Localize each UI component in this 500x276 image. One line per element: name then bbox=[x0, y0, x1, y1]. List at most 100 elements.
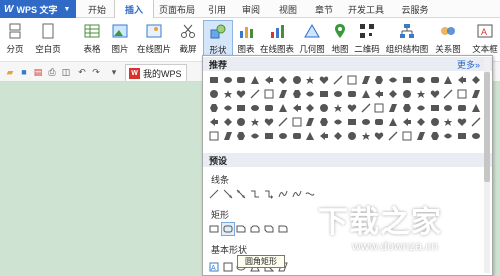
recommended-shape-icon[interactable] bbox=[469, 129, 483, 143]
recommended-shape-icon[interactable] bbox=[317, 101, 331, 115]
online-chart-button[interactable]: 在线图表 bbox=[259, 20, 295, 60]
online-picture-button[interactable]: 在线图片 bbox=[137, 20, 171, 60]
qrcode-button[interactable]: 二维码 bbox=[354, 20, 380, 60]
more-link[interactable]: 更多» bbox=[457, 58, 480, 71]
recommended-shape-icon[interactable] bbox=[221, 87, 235, 101]
recommended-shape-icon[interactable] bbox=[469, 73, 483, 87]
line-shape-icon[interactable] bbox=[207, 187, 221, 201]
tab-section[interactable]: 章节 bbox=[308, 0, 340, 18]
recommended-shape-icon[interactable] bbox=[428, 87, 442, 101]
recommended-shape-icon[interactable] bbox=[235, 101, 249, 115]
recommended-shape-icon[interactable] bbox=[248, 129, 262, 143]
recommended-shape-icon[interactable] bbox=[386, 115, 400, 129]
recommended-shape-icon[interactable] bbox=[373, 129, 387, 143]
picture-button[interactable]: 图片 bbox=[108, 20, 132, 60]
recommended-shape-icon[interactable] bbox=[221, 101, 235, 115]
recommended-shape-icon[interactable] bbox=[414, 129, 428, 143]
page-break-button[interactable]: 分页 bbox=[4, 20, 26, 60]
recommended-shape-icon[interactable] bbox=[276, 73, 290, 87]
line-shape-icon[interactable] bbox=[221, 187, 235, 201]
recommended-shape-icon[interactable] bbox=[207, 129, 221, 143]
recommended-shape-icon[interactable] bbox=[442, 115, 456, 129]
tab-home[interactable]: 开始 bbox=[80, 0, 114, 18]
rectangle-shape-icon[interactable] bbox=[235, 222, 249, 236]
recommended-shape-icon[interactable] bbox=[428, 101, 442, 115]
recommended-shape-icon[interactable] bbox=[290, 73, 304, 87]
tab-developer[interactable]: 开发工具 bbox=[340, 0, 392, 18]
recommended-shape-icon[interactable] bbox=[400, 73, 414, 87]
recommended-shape-icon[interactable] bbox=[290, 87, 304, 101]
screenshot-button[interactable]: 截屏 bbox=[176, 20, 200, 60]
recommended-shape-icon[interactable] bbox=[331, 115, 345, 129]
recommended-shape-icon[interactable] bbox=[359, 101, 373, 115]
rectangle-shape-icon[interactable] bbox=[220, 222, 235, 236]
recommended-shape-icon[interactable] bbox=[276, 115, 290, 129]
recommended-shape-icon[interactable] bbox=[455, 129, 469, 143]
recommended-shape-icon[interactable] bbox=[235, 73, 249, 87]
recommended-shape-icon[interactable] bbox=[235, 87, 249, 101]
shapes-button[interactable]: 形状 bbox=[203, 20, 233, 60]
recommended-shape-icon[interactable] bbox=[386, 73, 400, 87]
panel-scrollbar-thumb[interactable] bbox=[484, 72, 490, 182]
rectangle-shape-icon[interactable] bbox=[248, 222, 262, 236]
recommended-shape-icon[interactable] bbox=[262, 129, 276, 143]
open-folder-icon[interactable]: ▰ bbox=[4, 66, 16, 78]
recommended-shape-icon[interactable] bbox=[469, 115, 483, 129]
chart-button[interactable]: 图表 bbox=[235, 20, 257, 60]
recommended-shape-icon[interactable] bbox=[207, 73, 221, 87]
recommended-shape-icon[interactable] bbox=[317, 87, 331, 101]
table-button[interactable]: 表格 bbox=[80, 20, 104, 60]
line-shape-icon[interactable] bbox=[262, 187, 276, 201]
recommended-shape-icon[interactable] bbox=[317, 129, 331, 143]
line-shape-icon[interactable] bbox=[235, 187, 249, 201]
basic-shape-icon[interactable] bbox=[221, 260, 235, 274]
recommended-shape-icon[interactable] bbox=[428, 115, 442, 129]
recommended-shape-icon[interactable] bbox=[455, 87, 469, 101]
recommended-shape-icon[interactable] bbox=[400, 87, 414, 101]
doc-tab-my-wps[interactable]: W 我的WPS bbox=[125, 64, 187, 81]
blank-page-button[interactable]: 空白页 bbox=[34, 20, 62, 60]
recommended-shape-icon[interactable] bbox=[345, 101, 359, 115]
recommended-shape-icon[interactable] bbox=[359, 129, 373, 143]
recommended-shape-icon[interactable] bbox=[386, 101, 400, 115]
org-chart-button[interactable]: 组织结构图 bbox=[384, 20, 430, 60]
recommended-shape-icon[interactable] bbox=[248, 73, 262, 87]
recommended-shape-icon[interactable] bbox=[414, 87, 428, 101]
recommended-shape-icon[interactable] bbox=[235, 129, 249, 143]
recommended-shape-icon[interactable] bbox=[373, 115, 387, 129]
undo-icon[interactable]: ↶ bbox=[76, 66, 88, 78]
recommended-shape-icon[interactable] bbox=[304, 73, 318, 87]
recommended-shape-icon[interactable] bbox=[221, 73, 235, 87]
recommended-shape-icon[interactable] bbox=[345, 87, 359, 101]
app-menu-button[interactable]: W WPS 文字 ▼ bbox=[0, 0, 76, 18]
recommended-shape-icon[interactable] bbox=[442, 129, 456, 143]
recommended-shape-icon[interactable] bbox=[442, 87, 456, 101]
recommended-shape-icon[interactable] bbox=[331, 101, 345, 115]
recommended-shape-icon[interactable] bbox=[290, 101, 304, 115]
recommended-shape-icon[interactable] bbox=[400, 101, 414, 115]
recommended-shape-icon[interactable] bbox=[304, 115, 318, 129]
recommended-shape-icon[interactable] bbox=[304, 101, 318, 115]
recommended-shape-icon[interactable] bbox=[359, 87, 373, 101]
recommended-shape-icon[interactable] bbox=[345, 115, 359, 129]
recommended-shape-icon[interactable] bbox=[469, 87, 483, 101]
print-icon[interactable]: ⎙ bbox=[46, 66, 58, 78]
recommended-shape-icon[interactable] bbox=[290, 115, 304, 129]
basic-shape-icon[interactable]: A bbox=[207, 260, 221, 274]
recommended-shape-icon[interactable] bbox=[400, 129, 414, 143]
save-icon[interactable]: ■ bbox=[18, 66, 30, 78]
tab-review[interactable]: 审阅 bbox=[234, 0, 268, 18]
recommended-shape-icon[interactable] bbox=[414, 101, 428, 115]
recommended-shape-icon[interactable] bbox=[455, 101, 469, 115]
recommended-shape-icon[interactable] bbox=[207, 101, 221, 115]
recommended-shape-icon[interactable] bbox=[304, 129, 318, 143]
geometry-button[interactable]: 几何图 bbox=[298, 20, 326, 60]
recommended-shape-icon[interactable] bbox=[221, 115, 235, 129]
recommended-shape-icon[interactable] bbox=[373, 101, 387, 115]
recommended-shape-icon[interactable] bbox=[207, 87, 221, 101]
map-button[interactable]: 地图 bbox=[329, 20, 351, 60]
recommended-shape-icon[interactable] bbox=[221, 129, 235, 143]
preview-icon[interactable]: ◫ bbox=[60, 66, 72, 78]
tab-cloud[interactable]: 云服务 bbox=[392, 0, 438, 18]
recommended-shape-icon[interactable] bbox=[386, 87, 400, 101]
